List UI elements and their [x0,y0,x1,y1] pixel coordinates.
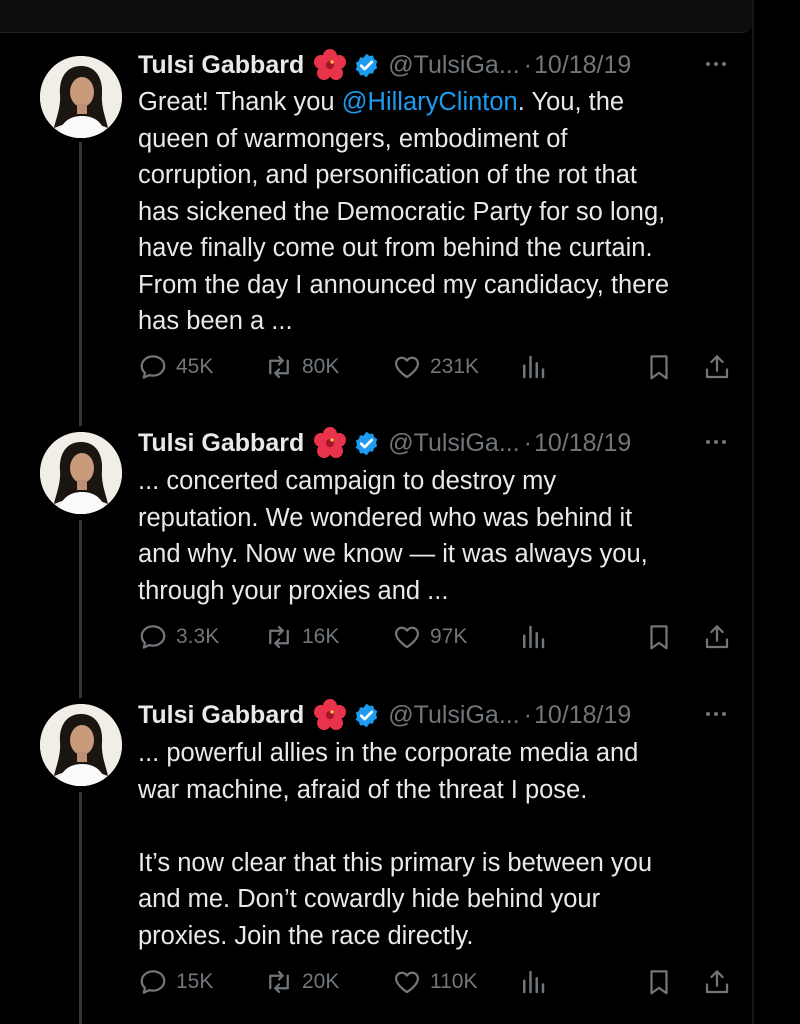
views-icon[interactable] [518,622,548,652]
top-bar [0,0,752,33]
retweet-count: 20K [302,970,340,993]
like-button[interactable]: 231K [392,351,479,383]
verified-badge-icon [356,703,378,727]
tweet-actions: 45K 80K 231K [138,351,738,383]
reply-icon [140,625,166,649]
share-icon[interactable] [702,622,732,652]
bookmark-icon[interactable] [644,622,674,652]
reply-count: 45K [176,355,214,378]
more-options-icon[interactable] [706,52,736,76]
tweet-text: ... concerted campaign to destroy my rep… [138,467,648,605]
tweet[interactable]: Tulsi Gabbard @TulsiGa... · 10/18/19 Gre… [0,48,752,388]
tweet-text: Great! Thank you @HillaryClinton. You, t… [138,84,738,340]
author-name[interactable]: Tulsi Gabbard [138,429,304,458]
retweet-icon [269,970,289,994]
verified-badge-icon [356,53,378,77]
tweet[interactable]: Tulsi Gabbard @TulsiGa... · 10/18/19 ...… [0,698,752,1024]
retweet-icon [269,625,289,649]
tweet-text-start: Great! Thank you [138,88,342,116]
column-border [752,0,754,1024]
tweet-text-rest: . You, the queen of warmongers, embodime… [138,88,670,335]
like-count: 231K [430,355,480,378]
reply-icon [140,970,166,994]
share-icon[interactable] [702,352,732,382]
reply-button[interactable]: 15K [138,966,213,998]
tweet-date[interactable]: 10/18/19 [534,701,631,730]
verified-badge-icon [356,431,378,455]
reply-icon [140,355,166,379]
bookmark-icon[interactable] [644,352,674,382]
separator-dot: · [523,700,532,729]
reply-count: 3.3K [176,625,220,648]
heart-icon [394,626,420,649]
author-name[interactable]: Tulsi Gabbard [138,701,304,730]
tweet-text: ... powerful allies in the corporate med… [138,739,653,950]
avatar[interactable] [40,704,122,786]
views-icon[interactable] [518,352,548,382]
author-handle[interactable]: @TulsiGa... [388,51,519,80]
share-icon[interactable] [702,967,732,997]
author-name[interactable]: Tulsi Gabbard [138,51,304,80]
more-options-icon[interactable] [706,430,736,454]
avatar-photo [40,432,122,514]
avatar-photo [40,56,122,138]
like-count: 97K [430,625,468,648]
bookmark-icon[interactable] [644,967,674,997]
mention-link[interactable]: @HillaryClinton [342,88,518,116]
more-options-icon[interactable] [706,702,736,726]
tweet-date[interactable]: 10/18/19 [534,51,631,80]
retweet-button[interactable]: 80K [264,351,339,383]
tweet-header: Tulsi Gabbard @TulsiGa... · 10/18/19 [138,48,631,82]
tweet-actions: 15K 20K 110K [138,966,738,998]
reply-button[interactable]: 45K [138,351,213,383]
author-handle[interactable]: @TulsiGa... [388,701,519,730]
separator-dot: · [523,50,532,79]
avatar[interactable] [40,432,122,514]
retweet-button[interactable]: 16K [264,621,339,653]
retweet-count: 16K [302,625,340,648]
tweet-date[interactable]: 10/18/19 [534,429,631,458]
like-button[interactable]: 110K [392,966,478,998]
hibiscus-icon [314,699,347,730]
like-button[interactable]: 97K [392,621,467,653]
heart-icon [394,356,420,379]
tweet-header: Tulsi Gabbard @TulsiGa... · 10/18/19 [138,698,631,732]
tweet-header: Tulsi Gabbard @TulsiGa... · 10/18/19 [138,426,631,460]
retweet-button[interactable]: 20K [264,966,339,998]
avatar-photo [40,704,122,786]
author-handle[interactable]: @TulsiGa... [388,429,519,458]
retweet-count: 80K [302,355,340,378]
reply-count: 15K [176,970,214,993]
hibiscus-icon [314,427,347,458]
separator-dot: · [523,428,532,457]
retweet-icon [269,355,289,379]
heart-icon [394,971,420,994]
tweet-actions: 3.3K 16K 97K [138,621,738,653]
avatar[interactable] [40,56,122,138]
reply-button[interactable]: 3.3K [138,621,219,653]
tweet[interactable]: Tulsi Gabbard @TulsiGa... · 10/18/19 ...… [0,426,752,666]
views-icon[interactable] [518,967,548,997]
like-count: 110K [430,970,478,993]
hibiscus-icon [314,49,347,80]
